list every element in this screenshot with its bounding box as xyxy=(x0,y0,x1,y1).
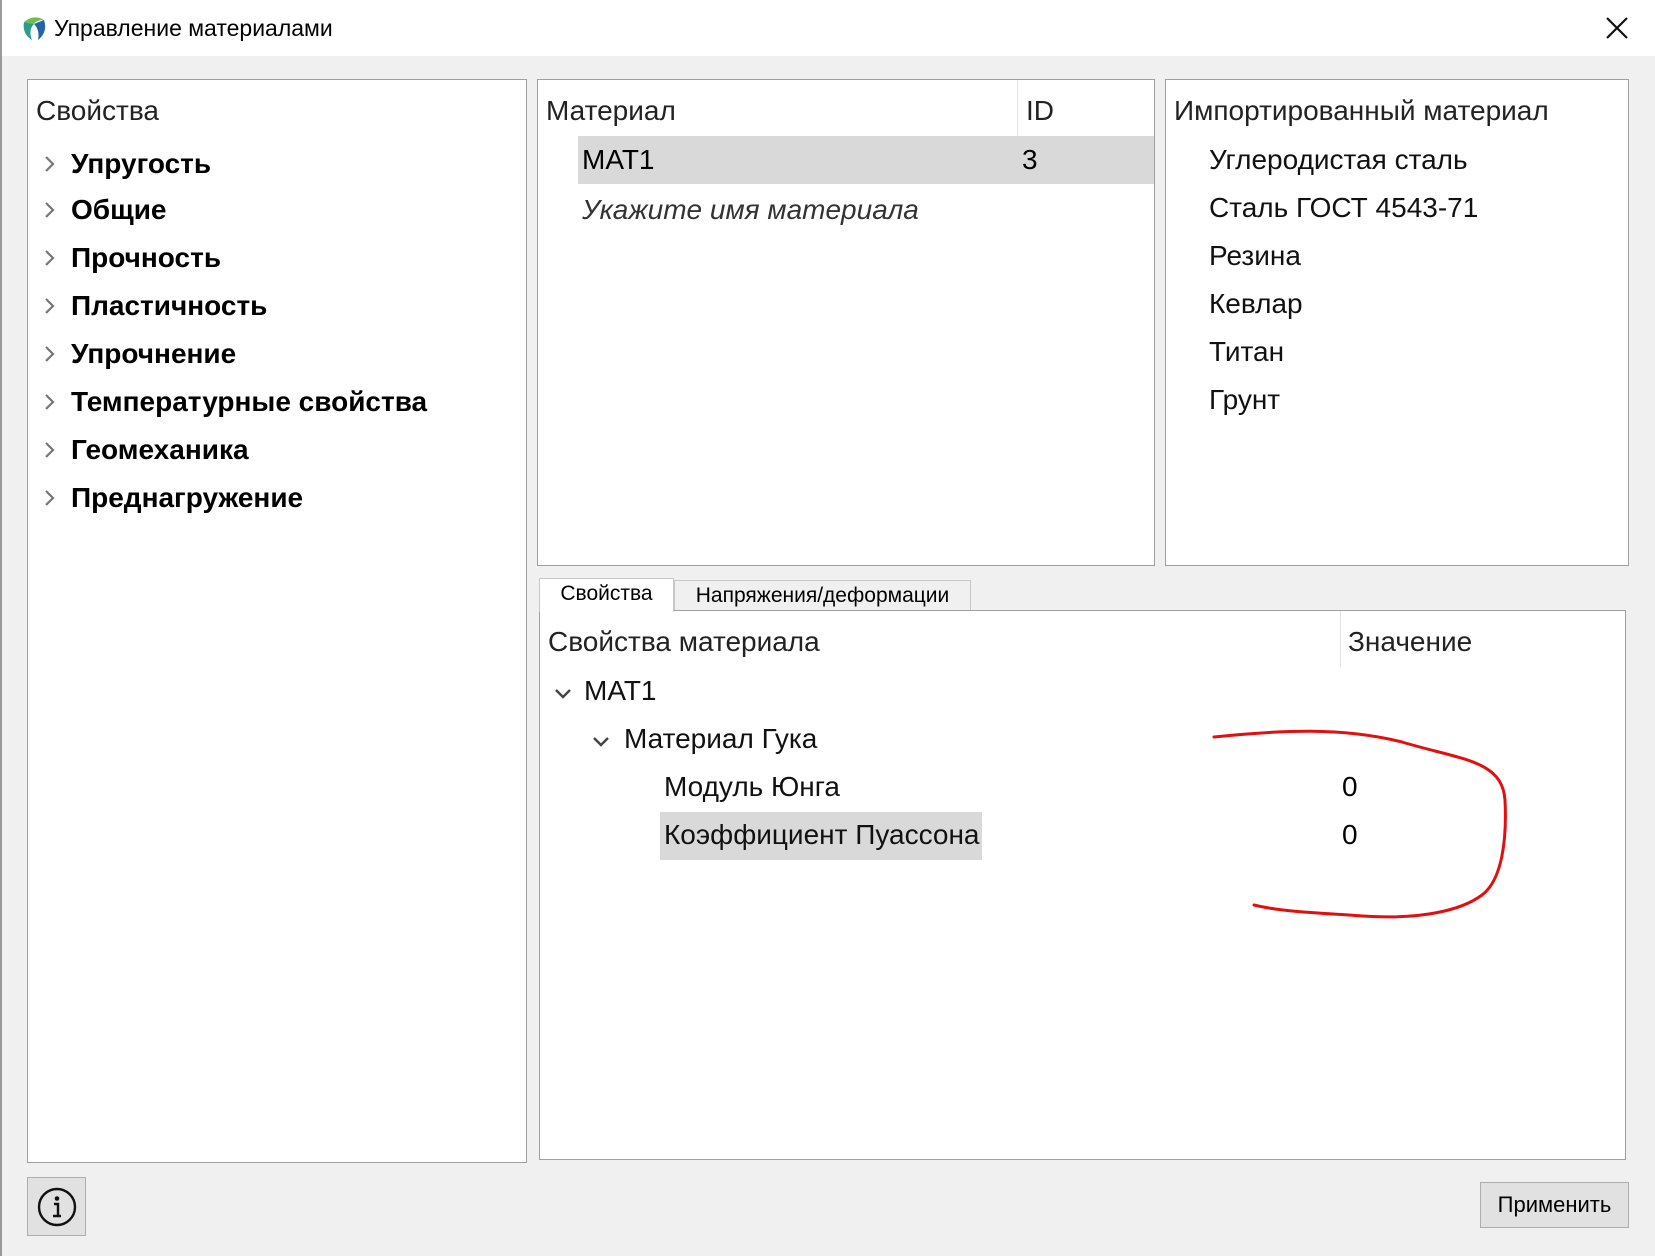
chevron-right-icon xyxy=(45,394,55,410)
property-group-general[interactable]: Общие xyxy=(28,186,526,234)
imported-material-item[interactable]: Сталь ГОСТ 4543-71 xyxy=(1209,191,1478,225)
info-icon xyxy=(37,1187,76,1226)
imported-materials-panel: Импортированный материал Углеродистая ст… xyxy=(1165,79,1629,566)
property-group-label: Пластичность xyxy=(71,290,268,321)
imported-panel-header: Импортированный материал xyxy=(1174,95,1549,126)
materials-list-panel: Материал ID МАТ1 3 Укажите имя материала xyxy=(537,79,1155,566)
tab-stress-strain[interactable]: Напряжения/деформации xyxy=(674,580,971,610)
close-button[interactable] xyxy=(1577,0,1655,56)
material-name: МАТ1 xyxy=(582,144,655,175)
property-group-geomechanics[interactable]: Геомеханика xyxy=(28,426,526,474)
new-material-name-input[interactable]: Укажите имя материала xyxy=(582,193,919,227)
property-group-elasticity[interactable]: Упругость xyxy=(28,140,526,188)
material-id: 3 xyxy=(1022,144,1038,175)
title-bar: Управление материалами xyxy=(2,0,1655,56)
column-header-property[interactable]: Свойства материала xyxy=(548,625,820,659)
chevron-right-icon xyxy=(45,250,55,266)
imported-material-item[interactable]: Резина xyxy=(1209,239,1301,273)
chevron-right-icon xyxy=(45,202,55,218)
property-group-strength[interactable]: Прочность xyxy=(28,234,526,282)
property-group-label: Общие xyxy=(71,194,167,225)
imported-material-item[interactable]: Углеродистая сталь xyxy=(1209,143,1468,177)
property-group-label: Геомеханика xyxy=(71,434,249,465)
column-header-value[interactable]: Значение xyxy=(1348,625,1472,659)
window-title: Управление материалами xyxy=(54,15,333,41)
properties-panel-header: Свойства xyxy=(36,95,159,126)
property-row-value[interactable]: 0 xyxy=(1342,818,1358,852)
property-row-name[interactable]: Коэффициент Пуассона xyxy=(664,818,980,852)
chevron-right-icon xyxy=(45,346,55,362)
material-manager-window: Управление материалами Свойства Упругост… xyxy=(0,0,1655,1256)
properties-panel: Свойства Упругость Общие Прочность Пласт… xyxy=(27,79,527,1163)
chevron-right-icon xyxy=(45,298,55,314)
column-divider xyxy=(1017,80,1018,136)
property-row-value[interactable]: 0 xyxy=(1342,770,1358,804)
tab-properties[interactable]: Свойства xyxy=(539,578,674,612)
info-button[interactable] xyxy=(27,1177,86,1236)
material-properties-tree: Свойства материала Значение МАТ1 Материа… xyxy=(539,610,1626,1160)
column-header-material[interactable]: Материал xyxy=(546,94,676,128)
property-group-preload[interactable]: Преднагружение xyxy=(28,474,526,522)
chevron-right-icon xyxy=(45,442,55,458)
imported-material-item[interactable]: Кевлар xyxy=(1209,287,1303,321)
tree-node-material[interactable]: МАТ1 xyxy=(584,674,657,708)
material-row[interactable]: МАТ1 3 xyxy=(578,136,1154,184)
chevron-right-icon xyxy=(45,490,55,506)
app-logo-icon xyxy=(23,17,46,40)
imported-material-item[interactable]: Грунт xyxy=(1209,383,1280,417)
chevron-right-icon xyxy=(45,156,55,172)
property-row-name[interactable]: Модуль Юнга xyxy=(664,770,840,804)
chevron-down-icon[interactable] xyxy=(552,683,574,705)
property-group-plasticity[interactable]: Пластичность xyxy=(28,282,526,330)
column-header-id[interactable]: ID xyxy=(1026,94,1054,128)
property-group-thermal[interactable]: Температурные свойства xyxy=(28,378,526,426)
property-group-label: Упрочнение xyxy=(71,338,237,369)
property-group-label: Прочность xyxy=(71,242,222,273)
property-group-label: Температурные свойства xyxy=(71,386,428,417)
apply-button[interactable]: Применить xyxy=(1480,1182,1629,1228)
property-group-label: Упругость xyxy=(71,148,212,179)
property-group-hardening[interactable]: Упрочнение xyxy=(28,330,526,378)
imported-material-item[interactable]: Титан xyxy=(1209,335,1284,369)
chevron-down-icon[interactable] xyxy=(590,731,612,753)
tree-node-hooke-material[interactable]: Материал Гука xyxy=(624,722,817,756)
property-group-label: Преднагружение xyxy=(71,482,304,513)
column-divider xyxy=(1340,611,1341,667)
close-icon xyxy=(1606,17,1628,39)
